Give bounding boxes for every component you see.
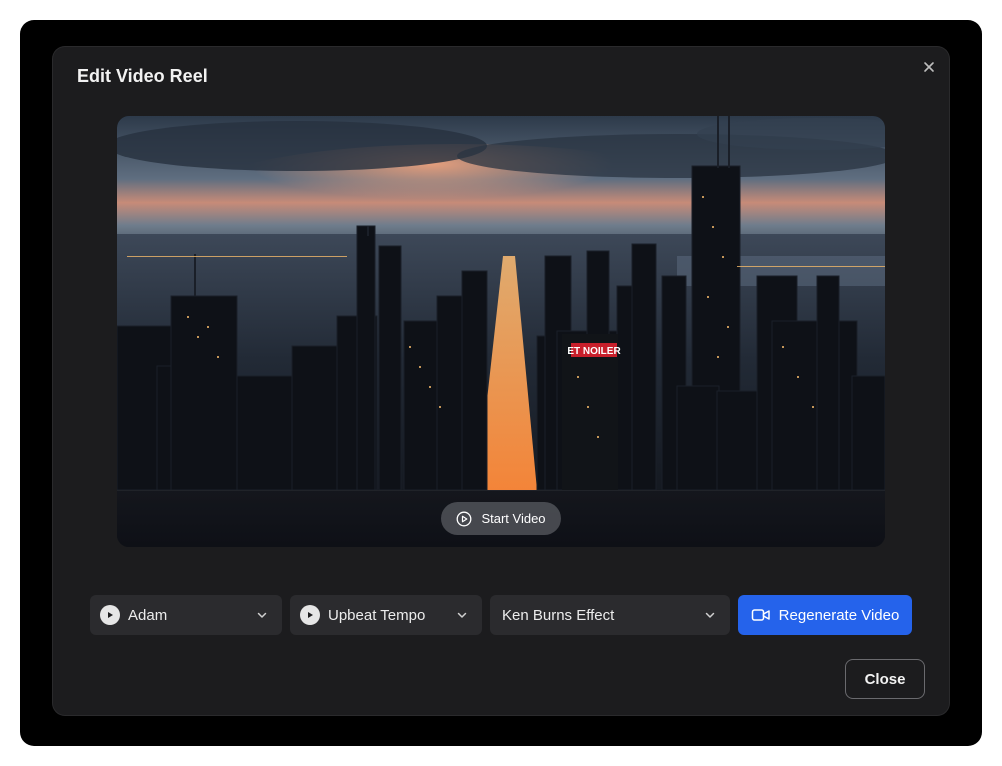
start-video-label: Start Video <box>481 511 546 526</box>
start-video-button[interactable]: Start Video <box>441 502 561 535</box>
close-icon[interactable] <box>921 59 937 75</box>
play-icon[interactable] <box>100 605 120 625</box>
chevron-down-icon <box>257 612 267 618</box>
effect-select-value: Ken Burns Effect <box>502 606 615 624</box>
regenerate-video-button[interactable]: Regenerate Video <box>738 595 912 635</box>
effect-select[interactable]: Ken Burns Effect <box>490 595 730 635</box>
voice-select[interactable]: Adam <box>90 595 282 635</box>
video-preview[interactable]: ET NOILER Start Video <box>117 116 885 547</box>
chevron-down-icon <box>457 612 467 618</box>
video-camera-icon <box>751 609 770 621</box>
close-button-label: Close <box>864 670 906 688</box>
close-button[interactable]: Close <box>845 659 925 699</box>
regenerate-video-label: Regenerate Video <box>778 606 900 624</box>
voice-select-value: Adam <box>128 606 168 624</box>
chevron-down-icon <box>705 612 715 618</box>
music-select[interactable]: Upbeat Tempo <box>290 595 482 635</box>
music-select-value: Upbeat Tempo <box>328 606 426 624</box>
edit-video-dialog: Edit Video Reel ET NOILER Start Video Ad… <box>53 47 949 715</box>
city-skyline-image: ET NOILER <box>117 116 885 547</box>
billboard-text: ET NOILER <box>567 346 621 357</box>
play-icon[interactable] <box>300 605 320 625</box>
dialog-title: Edit Video Reel <box>77 66 208 86</box>
play-circle-icon <box>457 511 472 526</box>
